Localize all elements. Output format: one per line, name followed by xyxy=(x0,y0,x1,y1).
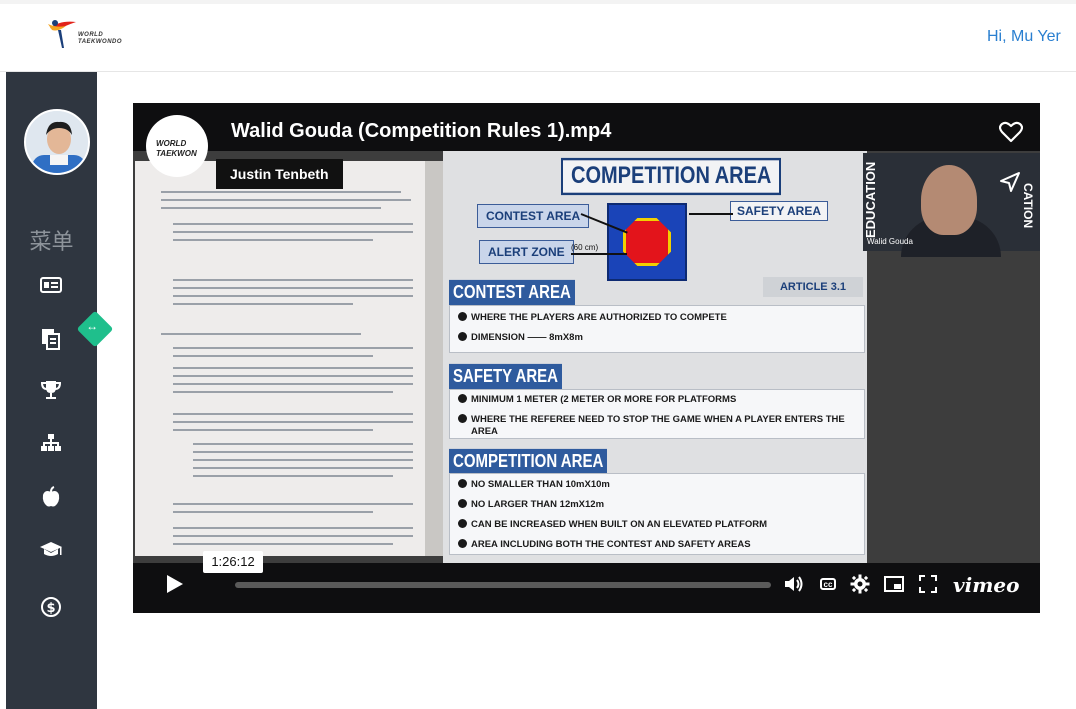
badge-line1: WORLD xyxy=(156,139,187,148)
list-item: MINIMUM 1 METER (2 METER OR MORE FOR PLA… xyxy=(458,394,736,405)
list-item: AREA INCLUDING BOTH THE CONTEST AND SAFE… xyxy=(458,539,751,550)
picture-in-picture-icon[interactable] xyxy=(883,573,905,595)
fullscreen-icon[interactable] xyxy=(917,573,939,595)
presenter-name-tag: Justin Tenbeth xyxy=(216,159,343,189)
section-box-competition-area: NO SMALLER THAN 10mX10m NO LARGER THAN 1… xyxy=(449,473,865,555)
trophy-icon[interactable] xyxy=(34,375,68,405)
heart-icon[interactable] xyxy=(998,121,1024,145)
resize-arrows-icon: ↔ xyxy=(86,319,99,334)
article-badge: ARTICLE 3.1 xyxy=(763,277,863,297)
section-heading-safety-area: SAFETY AREA xyxy=(449,363,563,390)
logo-text-line1: WORLD xyxy=(78,32,104,38)
list-item: WHERE THE REFEREE NEED TO STOP THE GAME … xyxy=(458,414,845,425)
volume-icon[interactable] xyxy=(783,573,805,595)
time-tooltip: 1:26:12 xyxy=(203,551,263,573)
list-item: DIMENSION —— 8mX8m xyxy=(458,332,583,343)
contest-area-label: CONTEST AREA xyxy=(477,204,590,228)
badge-line2: TAEKWON xyxy=(156,149,197,158)
documents-icon[interactable] xyxy=(34,324,68,354)
taekwondo-logo-icon xyxy=(48,20,76,48)
share-icon[interactable] xyxy=(999,171,1023,195)
list-item: NO LARGER THAN 12mX12m xyxy=(458,499,604,510)
player-controls: cc vimeo xyxy=(133,563,1040,613)
vimeo-logo[interactable]: vimeo xyxy=(953,573,1019,597)
sidebar: 菜单 $ xyxy=(6,72,97,709)
menu-title: 菜单 xyxy=(29,230,74,255)
section-heading-competition-area: COMPETITION AREA xyxy=(449,448,608,475)
site-header: WORLD TAEKWONDO Hi, Mu Yer xyxy=(0,4,1076,72)
user-photo-icon xyxy=(26,111,88,173)
alert-zone-pointer xyxy=(571,253,627,255)
video-title[interactable]: Walid Gouda (Competition Rules 1).mp4 xyxy=(231,120,611,143)
closed-captions-icon[interactable]: cc xyxy=(817,573,839,595)
contest-area-octagon xyxy=(623,218,671,266)
channel-badge[interactable]: WORLD TAEKWON xyxy=(146,115,208,177)
settings-gear-icon[interactable] xyxy=(849,573,871,595)
id-card-icon[interactable] xyxy=(34,270,68,300)
dollar-icon[interactable]: $ xyxy=(34,592,68,622)
rulebook-page xyxy=(135,161,425,556)
avatar[interactable] xyxy=(24,109,90,175)
apple-icon[interactable] xyxy=(34,482,68,512)
slide-title: COMPETITION AREA xyxy=(561,157,782,196)
video-player[interactable]: COMPETITION AREA CONTEST AREA SAFETY ARE… xyxy=(133,103,1040,613)
safety-area-label: SAFETY AREA xyxy=(730,201,829,221)
list-item: CAN BE INCREASED WHEN BUILT ON AN ELEVAT… xyxy=(458,519,767,530)
graduation-cap-icon[interactable] xyxy=(34,535,68,565)
play-icon[interactable] xyxy=(167,575,183,593)
safety-area-pointer xyxy=(689,213,733,215)
list-item-continuation: AREA xyxy=(471,426,498,437)
world-taekwondo-logo[interactable]: WORLD TAEKWONDO xyxy=(46,18,156,54)
list-item: WHERE THE PLAYERS ARE AUTHORIZED TO COMP… xyxy=(458,312,727,323)
alert-zone-label: ALERT ZONE xyxy=(479,240,574,264)
svg-text:$: $ xyxy=(46,601,55,616)
rulebook-spine xyxy=(425,161,445,556)
presenter-face xyxy=(921,165,977,235)
alert-zone-size: (60 cm) xyxy=(571,243,599,252)
section-box-contest-area: WHERE THE PLAYERS ARE AUTHORIZED TO COMP… xyxy=(449,305,865,353)
section-box-safety-area: MINIMUM 1 METER (2 METER OR MORE FOR PLA… xyxy=(449,389,865,439)
list-item: NO SMALLER THAN 10mX10m xyxy=(458,479,610,490)
progress-bar[interactable] xyxy=(235,582,771,588)
logo-text-line2: TAEKWONDO xyxy=(78,39,123,45)
user-greeting[interactable]: Hi, Mu Yer xyxy=(987,28,1061,46)
education-strip-left: EDUCATION xyxy=(863,161,878,239)
sitemap-icon[interactable] xyxy=(34,428,68,458)
section-heading-contest-area: CONTEST AREA xyxy=(449,279,575,306)
